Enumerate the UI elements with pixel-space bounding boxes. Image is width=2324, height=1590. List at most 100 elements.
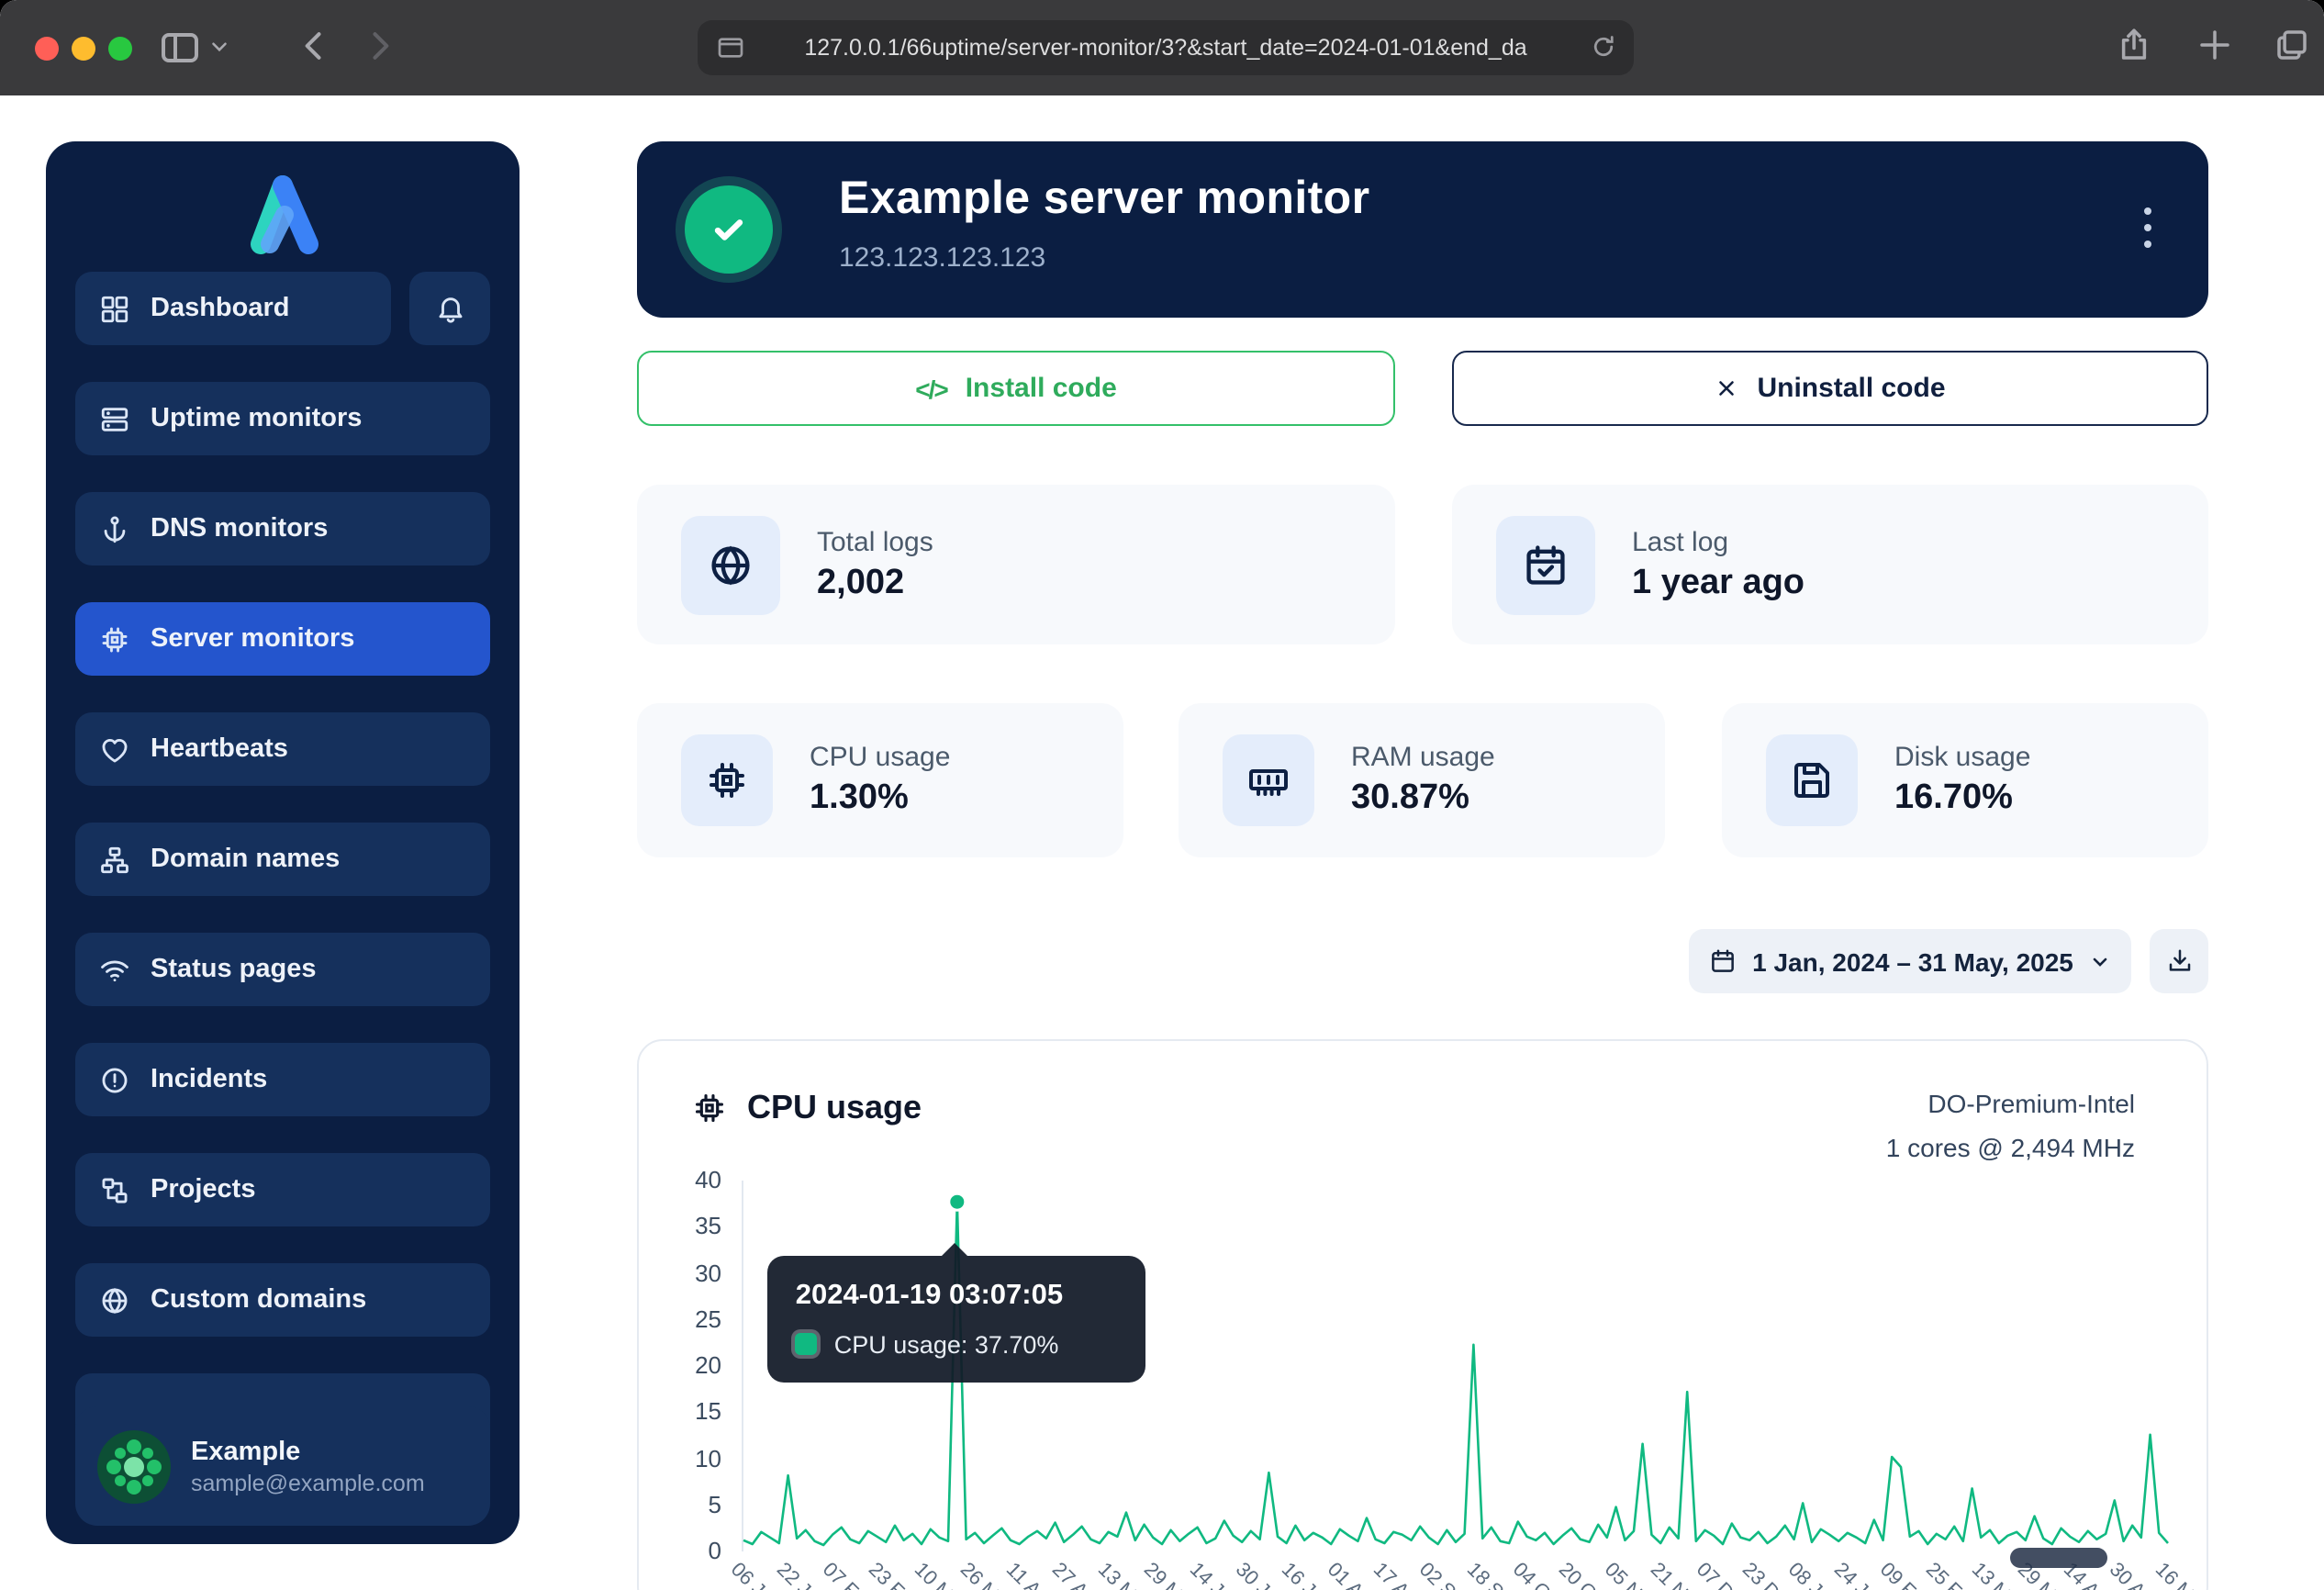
- tab-overview-icon[interactable]: [2273, 26, 2311, 64]
- status-wifi-icon: [99, 954, 130, 985]
- stat-value: 2,002: [817, 563, 933, 603]
- sidebar-item-label: Projects: [151, 1175, 255, 1204]
- stat-value: 30.87%: [1351, 778, 1495, 819]
- heartbeat-icon: [99, 733, 130, 765]
- legend-swatch: [796, 1333, 818, 1355]
- sidebar-item-domain-names[interactable]: Domain names: [75, 823, 490, 896]
- install-code-button[interactable]: </> Install code: [637, 351, 1395, 426]
- stat-label: Total logs: [817, 526, 933, 557]
- browser-window: 127.0.0.1/66uptime/server-monitor/3?&sta…: [0, 0, 2324, 1590]
- sidebar-item-label: Domain names: [151, 845, 340, 874]
- sidebar-item-projects[interactable]: Projects: [75, 1153, 490, 1226]
- stat-value: 1 year ago: [1632, 563, 1804, 603]
- cpu-chip-icon: [692, 1091, 727, 1125]
- sidebar-item-heartbeats[interactable]: Heartbeats: [75, 712, 490, 786]
- stat-label: RAM usage: [1351, 742, 1495, 773]
- y-axis-tick-label: 25: [630, 1305, 721, 1333]
- y-axis-tick-label: 15: [630, 1398, 721, 1426]
- toolbar-chevron-down-icon[interactable]: [207, 35, 231, 59]
- bell-icon: [434, 293, 465, 324]
- back-button[interactable]: [294, 26, 334, 66]
- sidebar-item-label: Status pages: [151, 955, 317, 984]
- chart-x-axis-labels: 06 Jan22 Jan07 Feb23 Feb10 Mar26 Mar11 A…: [742, 1559, 2210, 1590]
- user-email: sample@example.com: [191, 1470, 425, 1495]
- user-menu[interactable]: Example sample@example.com: [75, 1406, 490, 1526]
- calendar-icon: [1708, 947, 1736, 975]
- stat-label: Disk usage: [1894, 742, 2030, 773]
- uptime-monitors-icon: [99, 403, 130, 434]
- server-name: DO-Premium-Intel: [1658, 1081, 2135, 1125]
- stat-label: Last log: [1632, 526, 1804, 557]
- monitor-ip: 123.123.123.123: [839, 242, 1045, 274]
- cpu-usage-card: CPU usage 1.30%: [637, 703, 1123, 857]
- sidebar-item-label: Server monitors: [151, 624, 354, 654]
- sidebar-item-label: DNS monitors: [151, 514, 328, 543]
- scrollbar-thumb[interactable]: [2010, 1548, 2107, 1568]
- disk-usage-card: Disk usage 16.70%: [1722, 703, 2208, 857]
- sidebar-toggle-icon[interactable]: [158, 26, 202, 70]
- sidebar-item-status-pages[interactable]: Status pages: [75, 933, 490, 1006]
- zoom-window-button[interactable]: [108, 37, 132, 61]
- y-axis-tick-label: 10: [630, 1444, 721, 1472]
- ram-icon: [1223, 734, 1314, 826]
- page-title: Example server monitor: [839, 173, 1370, 226]
- server-info: DO-Premium-Intel 1 cores @ 2,494 MHz: [1658, 1081, 2135, 1170]
- sidebar-item-label: Uptime monitors: [151, 404, 362, 433]
- y-axis-tick-label: 0: [630, 1537, 721, 1564]
- chart-title: CPU usage: [747, 1089, 922, 1127]
- notifications-button[interactable]: [409, 272, 490, 345]
- dashboard-grid-icon: [99, 293, 130, 324]
- y-axis-tick-label: 5: [630, 1491, 721, 1518]
- date-range-picker[interactable]: 1 Jan, 2024 – 31 May, 2025: [1689, 929, 2131, 993]
- y-axis-tick-label: 30: [630, 1259, 721, 1286]
- minimize-window-button[interactable]: [72, 37, 95, 61]
- tooltip-value: CPU usage: 37.70%: [834, 1330, 1059, 1358]
- sidebar-item-dns-monitors[interactable]: DNS monitors: [75, 492, 490, 565]
- user-name: Example: [191, 1437, 425, 1466]
- globe-icon: [681, 515, 780, 614]
- sidebar-nav: Dashboard Uptime monitors: [75, 272, 490, 1447]
- stat-label: CPU usage: [810, 742, 950, 773]
- disk-icon: [1766, 734, 1858, 826]
- dns-anchor-icon: [99, 513, 130, 544]
- sidebar-item-label: Custom domains: [151, 1285, 366, 1315]
- page-icon: [716, 33, 745, 62]
- url-text: 127.0.0.1/66uptime/server-monitor/3?&sta…: [804, 35, 1526, 61]
- y-axis-tick-label: 20: [630, 1351, 721, 1379]
- total-logs-card: Total logs 2,002: [637, 485, 1395, 644]
- stat-value: 16.70%: [1894, 778, 2030, 819]
- calendar-check-icon: [1496, 515, 1595, 614]
- sidebar-item-custom-domains[interactable]: Custom domains: [75, 1263, 490, 1337]
- sidebar-item-dashboard[interactable]: Dashboard: [75, 272, 391, 345]
- reload-icon[interactable]: [1590, 33, 1617, 61]
- globe-icon: [99, 1284, 130, 1316]
- ram-usage-card: RAM usage 30.87%: [1179, 703, 1665, 857]
- incident-alert-icon: [99, 1064, 130, 1095]
- download-button[interactable]: [2150, 929, 2208, 993]
- server-chip-icon: [99, 623, 130, 655]
- new-tab-icon[interactable]: [2196, 26, 2234, 64]
- download-icon: [2165, 947, 2193, 975]
- browser-toolbar: 127.0.0.1/66uptime/server-monitor/3?&sta…: [0, 0, 2324, 97]
- x-axis-tick-label: 16 May: [2151, 1559, 2213, 1590]
- more-options-icon[interactable]: [2131, 204, 2164, 252]
- tooltip-timestamp: 2024-01-19 03:07:05: [796, 1279, 1119, 1312]
- code-icon: </>: [915, 374, 947, 403]
- sidebar-item-incidents[interactable]: Incidents: [75, 1043, 490, 1116]
- uninstall-code-button[interactable]: Uninstall code: [1452, 351, 2208, 426]
- sidebar-item-label: Heartbeats: [151, 734, 288, 764]
- chart-highlight-dot: [949, 1193, 966, 1210]
- y-axis-tick-label: 40: [630, 1166, 721, 1193]
- sidebar-item-label: Dashboard: [151, 294, 290, 323]
- monitor-header-card: Example server monitor 123.123.123.123: [637, 141, 2208, 318]
- sidebar-item-uptime-monitors[interactable]: Uptime monitors: [75, 382, 490, 455]
- x-icon: [1715, 376, 1738, 400]
- share-icon[interactable]: [2115, 26, 2153, 64]
- date-range-label: 1 Jan, 2024 – 31 May, 2025: [1752, 946, 2073, 976]
- forward-button[interactable]: [360, 26, 400, 66]
- stat-value: 1.30%: [810, 778, 950, 819]
- last-log-card: Last log 1 year ago: [1452, 485, 2208, 644]
- address-bar[interactable]: 127.0.0.1/66uptime/server-monitor/3?&sta…: [698, 20, 1634, 75]
- sidebar-item-server-monitors[interactable]: Server monitors: [75, 602, 490, 676]
- close-window-button[interactable]: [35, 37, 59, 61]
